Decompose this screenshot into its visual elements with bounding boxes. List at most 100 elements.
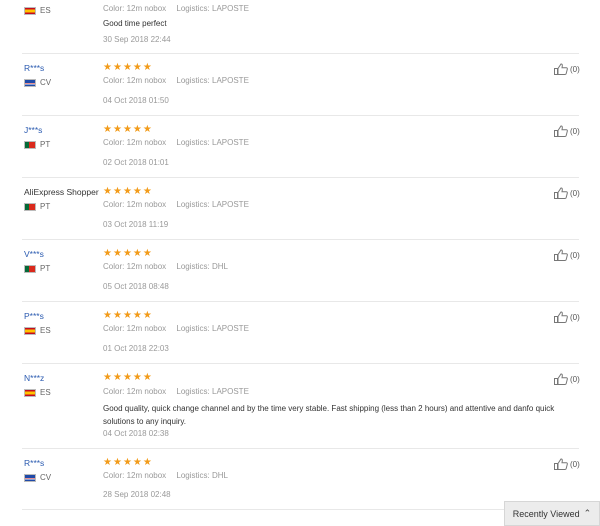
reviewer-country: ES: [24, 6, 51, 15]
divider: [22, 53, 579, 54]
helpful-button[interactable]: (0): [554, 187, 580, 199]
review-text: Good time perfect: [103, 19, 167, 28]
star-icon: ★: [132, 186, 142, 197]
review-text: Good quality, quick change channel and b…: [103, 404, 555, 426]
star-icon: ★: [112, 372, 122, 383]
review-date: 04 Oct 2018 02:38: [103, 429, 169, 438]
star-icon: ★: [132, 372, 142, 383]
flag-icon: [24, 264, 36, 273]
reviewer-country: ES: [24, 326, 51, 335]
star-icon: ★: [142, 62, 152, 73]
star-icon: ★: [103, 372, 112, 383]
thumbs-up-icon: [554, 63, 568, 75]
reviewer-country: CV: [24, 473, 51, 482]
reviewer-country: PT: [24, 140, 50, 149]
review-attributes: Color: 12m nobox Logistics: LAPOSTE: [103, 200, 249, 209]
review-attributes: Color: 12m nobox Logistics: DHL: [103, 262, 229, 271]
star-icon: ★: [122, 310, 132, 321]
star-icon: ★: [142, 124, 152, 135]
reviewer-country: CV: [24, 78, 51, 87]
reviewer-name[interactable]: P***s: [24, 311, 44, 321]
star-icon: ★: [103, 124, 112, 135]
star-rating: ★ ★ ★ ★ ★: [103, 249, 152, 259]
star-icon: ★: [103, 457, 112, 468]
thumbs-up-icon: [554, 125, 568, 137]
review-attributes: Color: 12m nobox Logistics: LAPOSTE: [103, 324, 249, 333]
flag-icon: [24, 6, 36, 15]
star-icon: ★: [112, 310, 122, 321]
star-rating: ★ ★ ★ ★ ★: [103, 125, 152, 135]
star-icon: ★: [103, 248, 112, 259]
star-icon: ★: [132, 457, 142, 468]
review-date: 04 Oct 2018 01:50: [103, 96, 169, 105]
helpful-button[interactable]: (0): [554, 311, 580, 323]
star-icon: ★: [112, 62, 122, 73]
thumbs-up-icon: [554, 187, 568, 199]
star-icon: ★: [142, 372, 152, 383]
divider: [22, 363, 579, 364]
reviewer-name[interactable]: N***z: [24, 373, 44, 383]
reviewer-name[interactable]: R***s: [24, 458, 44, 468]
chevron-up-icon: ⌃: [583, 508, 592, 518]
recently-viewed-button[interactable]: Recently Viewed ⌃: [504, 501, 600, 526]
review-attributes: Color: 12m nobox Logistics: LAPOSTE: [103, 387, 249, 396]
flag-icon: [24, 388, 36, 397]
recently-viewed-label: Recently Viewed: [512, 508, 580, 519]
star-icon: ★: [112, 457, 122, 468]
star-icon: ★: [132, 124, 142, 135]
star-icon: ★: [103, 186, 112, 197]
helpful-button[interactable]: (0): [554, 373, 580, 385]
helpful-button[interactable]: (0): [554, 249, 580, 261]
star-icon: ★: [112, 124, 122, 135]
reviewer-country: ES: [24, 388, 51, 397]
review-date: 05 Oct 2018 08:48: [103, 282, 169, 291]
review-attributes: Color: 12m nobox Logistics: LAPOSTE: [103, 138, 249, 147]
flag-icon: [24, 140, 36, 149]
flag-icon: [24, 326, 36, 335]
thumbs-up-icon: [554, 373, 568, 385]
star-icon: ★: [112, 248, 122, 259]
thumbs-up-icon: [554, 458, 568, 470]
helpful-button[interactable]: (0): [554, 63, 580, 75]
star-icon: ★: [112, 186, 122, 197]
reviewer-country: PT: [24, 264, 50, 273]
review-attributes: Color: 12m nobox Logistics: DHL: [103, 471, 229, 480]
review-attributes: Color: 12m nobox Logistics: LAPOSTE: [103, 4, 249, 13]
star-rating: ★ ★ ★ ★ ★: [103, 187, 152, 197]
divider: [22, 239, 579, 240]
divider: [22, 509, 579, 510]
star-icon: ★: [122, 457, 132, 468]
star-rating: ★ ★ ★ ★ ★: [103, 458, 152, 468]
reviewer-name: AliExpress Shopper: [24, 187, 99, 197]
reviewer-name[interactable]: V***s: [24, 249, 44, 259]
star-icon: ★: [103, 62, 112, 73]
divider: [22, 115, 579, 116]
flag-icon: [24, 78, 36, 87]
review-date: 01 Oct 2018 22:03: [103, 344, 169, 353]
star-rating: ★ ★ ★ ★ ★: [103, 373, 152, 383]
reviewer-name[interactable]: R***s: [24, 63, 44, 73]
star-icon: ★: [132, 62, 142, 73]
review-date: 30 Sep 2018 22:44: [103, 35, 171, 44]
thumbs-up-icon: [554, 311, 568, 323]
star-icon: ★: [132, 248, 142, 259]
star-icon: ★: [103, 310, 112, 321]
helpful-button[interactable]: (0): [554, 458, 580, 470]
flag-icon: [24, 202, 36, 211]
star-icon: ★: [142, 248, 152, 259]
star-rating: ★ ★ ★ ★ ★: [103, 63, 152, 73]
star-icon: ★: [142, 310, 152, 321]
star-icon: ★: [142, 457, 152, 468]
star-icon: ★: [132, 310, 142, 321]
star-rating: ★ ★ ★ ★ ★: [103, 311, 152, 321]
star-icon: ★: [142, 186, 152, 197]
thumbs-up-icon: [554, 249, 568, 261]
reviewer-name[interactable]: J***s: [24, 125, 42, 135]
helpful-button[interactable]: (0): [554, 125, 580, 137]
star-icon: ★: [122, 248, 132, 259]
review-date: 03 Oct 2018 11:19: [103, 220, 169, 229]
divider: [22, 177, 579, 178]
star-icon: ★: [122, 372, 132, 383]
review-date: 28 Sep 2018 02:48: [103, 490, 171, 499]
divider: [22, 301, 579, 302]
